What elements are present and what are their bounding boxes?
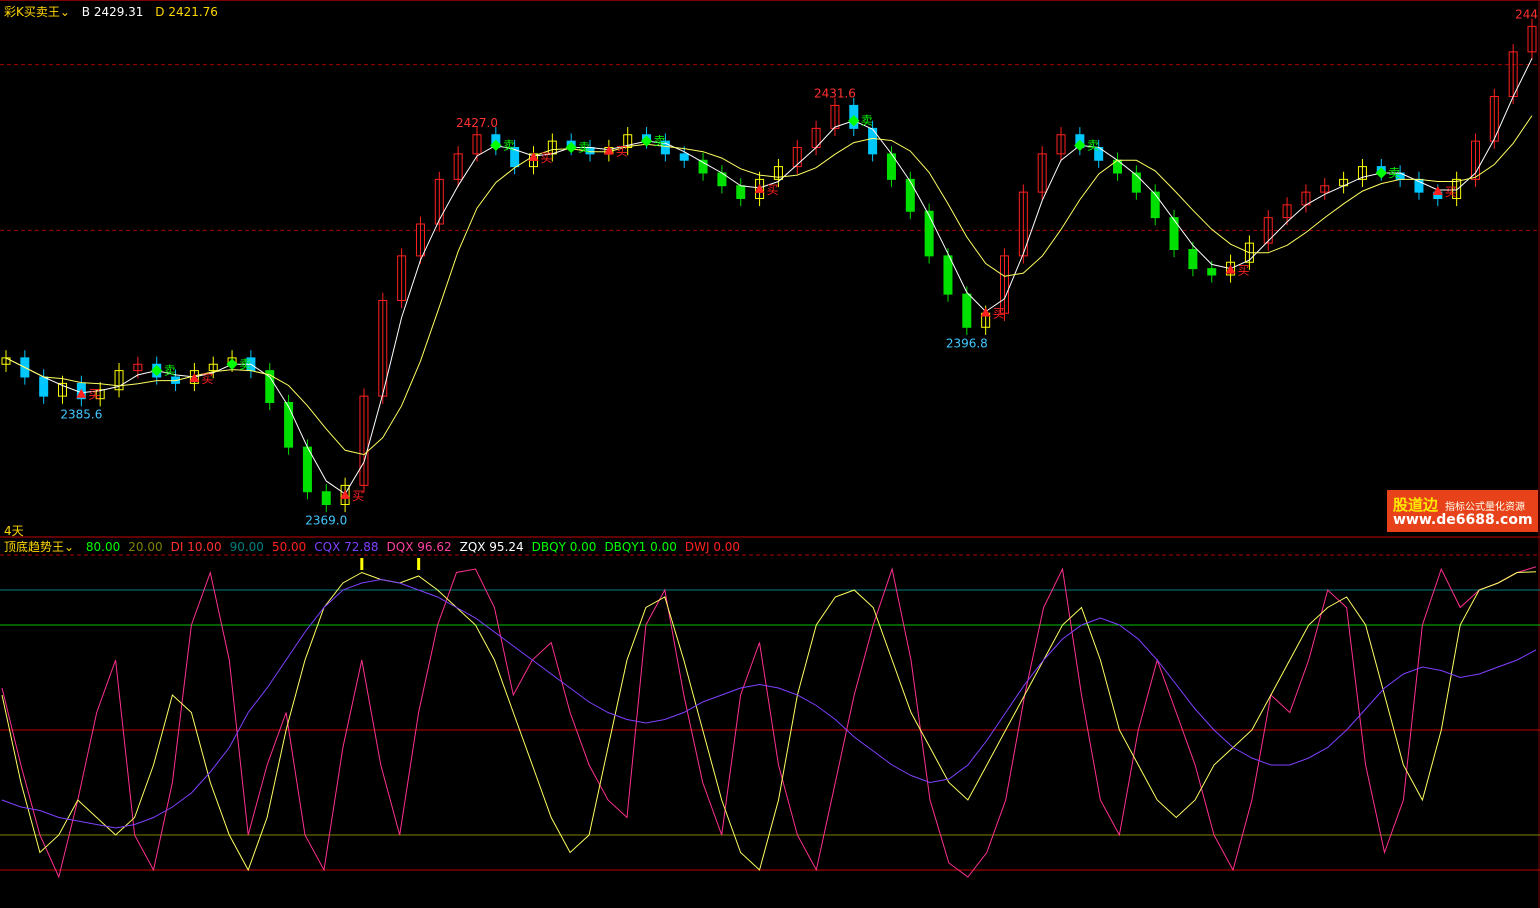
indicator-param-10: DWJ 0.00	[684, 540, 741, 554]
period-label: 4天	[4, 524, 24, 538]
indicator-param-9: DBQY1 0.00	[604, 540, 677, 554]
price-pane-grid	[0, 0, 1540, 908]
top-marker	[417, 558, 421, 570]
price-annotation: 2427.0	[456, 116, 498, 130]
indicator-param-6: DQX 96.62	[386, 540, 452, 554]
trade-signals: 买卖买卖买卖买卖 买卖买卖买卖买卖买	[76, 114, 1457, 503]
b-value: B 2429.31	[81, 5, 144, 19]
candle-body	[924, 210, 934, 257]
sell-signal-label: 卖	[1388, 166, 1400, 180]
buy-signal-label: 买	[1445, 185, 1457, 199]
candle-body	[1188, 249, 1198, 270]
chevron-down-icon[interactable]: ⌄	[64, 540, 74, 554]
candle-body	[284, 402, 294, 448]
candle-body	[1207, 268, 1217, 276]
sell-signal-label: 卖	[861, 114, 873, 128]
buy-signal-label: 买	[541, 151, 553, 165]
indicator-param-2: DI 10.00	[170, 540, 222, 554]
sell-signal-label: 卖	[654, 134, 666, 148]
price-annotation: 2431.6	[814, 86, 856, 100]
moving-average-lines	[5, 58, 1533, 495]
chevron-down-icon[interactable]: ⌄	[60, 5, 70, 19]
indicator-param-1: 20.00	[128, 540, 163, 554]
top-marker	[360, 558, 364, 570]
candlestick-series	[1, 18, 1537, 513]
candle-body	[39, 376, 49, 397]
sell-signal-label: 卖	[578, 141, 590, 155]
candle-body	[943, 255, 953, 295]
moving-average-line-1	[5, 115, 1533, 456]
price-annotations: 2427.0 2431.6 2385.6 2369.0 2396.8 244	[60, 7, 1538, 527]
indicator-param-3: 90.00	[229, 540, 264, 554]
price-annotation: 2369.0	[305, 514, 347, 528]
candle-body	[905, 178, 915, 212]
sell-signal-label: 卖	[503, 138, 515, 152]
moving-average-line-0	[5, 58, 1533, 495]
sell-signal-label: 卖	[164, 364, 176, 378]
indicator-line-dqx	[1, 566, 1537, 879]
indicator-name[interactable]: 顶底趋势王	[4, 540, 64, 554]
indicator-param-4: 50.00	[271, 540, 307, 554]
candle-body	[321, 491, 331, 505]
indicator-line-zqx	[1, 571, 1537, 872]
sell-signal-label: 卖	[239, 357, 251, 371]
buy-signal-label: 买	[616, 145, 628, 159]
price-pane-header: 彩K买卖王⌄ B 2429.31 D 2421.76	[4, 4, 226, 20]
indicator-lines	[1, 558, 1537, 879]
candle-body	[1169, 217, 1179, 250]
buy-signal-label: 买	[352, 489, 364, 503]
buy-signal-label: 买	[767, 183, 779, 197]
indicator-params: 80.00 20.00 DI 10.00 90.00 50.00 CQX 72.88 DQX…	[86, 540, 748, 554]
candle-body	[1131, 172, 1141, 193]
buy-signal-label: 买	[1238, 264, 1250, 278]
candle-body	[736, 185, 746, 199]
candle-body	[962, 293, 972, 328]
candle-body	[1150, 191, 1160, 219]
chart-canvas: 买卖买卖买卖买卖 买卖买卖买卖买卖买 2427.02431.62385.62369…	[0, 0, 1540, 908]
sell-signal-label: 卖	[1087, 138, 1099, 152]
buy-signal-label: 买	[88, 388, 100, 402]
indicator-param-0: 80.00	[85, 540, 121, 554]
price-annotation: 2385.6	[60, 408, 102, 422]
watermark-subtitle: 指标公式量化资源	[1445, 502, 1525, 513]
candle-body	[679, 153, 689, 161]
watermark-url: www.de6688.com	[1393, 512, 1533, 528]
indicator-param-8: DBQY 0.00	[531, 540, 597, 554]
indicator-param-5: CQX 72.88	[314, 540, 379, 554]
indicator-name[interactable]: 彩K买卖王	[4, 5, 60, 19]
candle-body	[302, 446, 312, 493]
buy-signal-label: 买	[201, 372, 213, 386]
d-value: D 2421.76	[155, 5, 218, 19]
price-annotation: 244	[1515, 7, 1538, 21]
buy-signal-label: 买	[993, 307, 1005, 321]
indicator-pane-header: 顶底趋势王⌄ 80.00 20.00 DI 10.00 90.00 50.00 CQX 7…	[4, 539, 756, 555]
watermark-logo: 股道边 指标公式量化资源 www.de6688.com	[1387, 490, 1538, 532]
price-annotation: 2396.8	[946, 336, 988, 350]
indicator-param-7: ZQX 95.24	[459, 540, 524, 554]
